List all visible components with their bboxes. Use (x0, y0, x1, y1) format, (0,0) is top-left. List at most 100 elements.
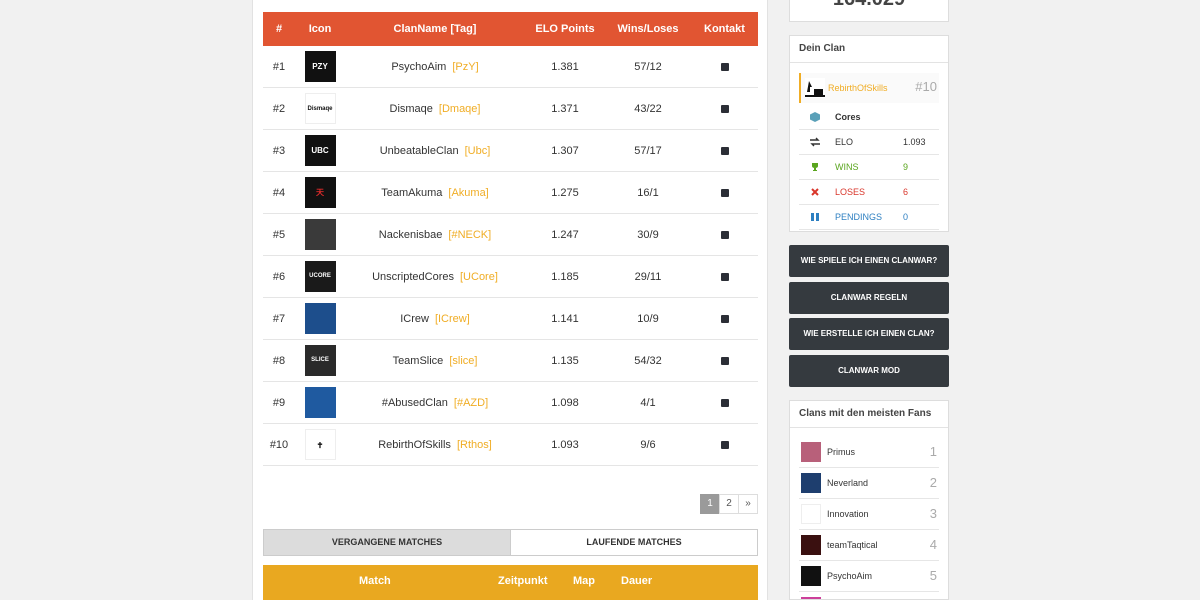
contact-book-icon[interactable] (720, 314, 729, 323)
stat-value: 1.093 (903, 137, 926, 147)
clan-avatar (801, 504, 821, 524)
elo-cell: 1.093 (525, 423, 605, 466)
stat-value: 9 (903, 162, 909, 172)
table-row[interactable]: #7 ICrew [ICrew] 1.141 10/9 (263, 297, 758, 340)
table-row[interactable]: #9 #AbusedClan [#AZD] 1.098 4/1 (263, 381, 758, 424)
match-header-time: Zeitpunkt (498, 575, 548, 587)
tab-past-matches[interactable]: VERGANGENE MATCHES (264, 530, 511, 555)
clan-ranking-table: # Icon ClanName [Tag] ELO Points Wins/Lo… (263, 12, 758, 466)
stat-label: WINS (835, 162, 859, 172)
fan-list-item[interactable]: teamTaqtical 4 (799, 530, 939, 561)
clan-avatar-icon (805, 78, 825, 98)
elo-cell: 1.371 (525, 87, 605, 130)
pause-icon (810, 212, 819, 221)
rank-cell: #1 (263, 46, 295, 88)
table-row[interactable]: #5 Nackenisbae [#NECK] 1.247 30/9 (263, 213, 758, 256)
clan-name[interactable]: RebirthOfSkills (378, 439, 451, 451)
next-page-button[interactable]: » (738, 494, 758, 514)
table-row[interactable]: #6 UCORE UnscriptedCores [UCore] 1.185 29/11 (263, 255, 758, 298)
clan-tag: [#AZD] (453, 396, 489, 409)
table-row[interactable]: #3 UBC UnbeatableClan [Ubc] 1.307 57/17 (263, 129, 758, 172)
stat-value: 0 (903, 212, 909, 222)
clan-name[interactable]: Nackenisbae (379, 229, 443, 241)
top-fans-title: Clans mit den meisten Fans (790, 401, 948, 428)
elo-cell: 1.135 (525, 339, 605, 382)
clan-name[interactable]: UnscriptedCores (372, 271, 454, 283)
header-icon: Icon (295, 12, 345, 46)
clan-tag: [ICrew] (434, 312, 470, 325)
match-header-map: Map (573, 575, 595, 587)
cube-icon (810, 112, 820, 122)
clan-name[interactable]: ICrew (400, 313, 429, 325)
rank-cell: #2 (263, 87, 295, 130)
clan-logo: UCORE (304, 261, 336, 292)
winloss-cell: 16/1 (605, 171, 691, 214)
fan-list-item[interactable]: 6 (799, 592, 939, 599)
clan-logo (304, 303, 336, 334)
top-fans-panel: Clans mit den meisten Fans Primus 1 Neverl… (789, 400, 949, 600)
clan-name[interactable]: #AbusedClan (382, 397, 448, 409)
fan-list-item[interactable]: Neverland 2 (799, 468, 939, 499)
clan-logo (304, 387, 336, 418)
elo-cell: 1.307 (525, 129, 605, 172)
contact-book-icon[interactable] (720, 272, 729, 281)
fan-clan-rank: 3 (929, 506, 937, 521)
clan-logo (304, 219, 336, 250)
clanwar-rules-button[interactable]: CLANWAR REGELN (789, 282, 949, 314)
page-2-button[interactable]: 2 (719, 494, 739, 514)
rank-cell: #5 (263, 213, 295, 256)
table-row[interactable]: #10 ✝ RebirthOfSkills [Rthos] 1.093 9/6 (263, 423, 758, 466)
my-clan-rank: #10 (915, 79, 937, 94)
clan-logo: SLICE (304, 345, 336, 376)
tab-running-matches[interactable]: LAUFENDE MATCHES (511, 530, 757, 555)
contact-book-icon[interactable] (720, 356, 729, 365)
clan-avatar (801, 442, 821, 462)
contact-book-icon[interactable] (720, 398, 729, 407)
fan-list-item[interactable]: PsychoAim 5 (799, 561, 939, 592)
stat-label: Cores (835, 112, 861, 122)
my-clan-name: RebirthOfSkills (828, 83, 888, 93)
page-1-button[interactable]: 1 (700, 494, 720, 514)
contact-book-icon[interactable] (720, 230, 729, 239)
table-row[interactable]: #8 SLICE TeamSlice [slice] 1.135 54/32 (263, 339, 758, 382)
table-row[interactable]: #1 PZY PsychoAim [PzY] 1.381 57/12 (263, 46, 758, 88)
how-to-create-clan-button[interactable]: WIE ERSTELLE ICH EINEN CLAN? (789, 318, 949, 350)
stat-label: ELO (835, 137, 854, 147)
header-rank: # (263, 12, 295, 46)
how-to-play-clanwar-button[interactable]: WIE SPIELE ICH EINEN CLANWAR? (789, 245, 949, 277)
clan-name[interactable]: Dismaqe (390, 103, 433, 115)
clan-logo: UBC (304, 135, 336, 166)
my-clan-row[interactable]: RebirthOfSkills #10 (799, 73, 939, 103)
clan-name[interactable]: TeamAkuma (381, 187, 442, 199)
winloss-cell: 30/9 (605, 213, 691, 256)
fan-clan-rank: 5 (929, 568, 937, 583)
match-table-header: Match Zeitpunkt Map Dauer (263, 565, 758, 600)
my-clan-panel: Dein Clan RebirthOfSkills #10 Cores ELO 1.… (789, 35, 949, 232)
clan-tag: [PzY] (452, 60, 479, 73)
clan-name[interactable]: PsychoAim (391, 61, 446, 73)
winloss-cell: 57/17 (605, 129, 691, 172)
contact-book-icon[interactable] (720, 188, 729, 197)
clan-tag: [Akuma] (448, 186, 489, 199)
clan-name[interactable]: UnbeatableClan (380, 145, 459, 157)
elo-cell: 1.185 (525, 255, 605, 298)
clan-name[interactable]: TeamSlice (393, 355, 444, 367)
fan-list-item[interactable]: Innovation 3 (799, 499, 939, 530)
contact-book-icon[interactable] (720, 62, 729, 71)
contact-book-icon[interactable] (720, 146, 729, 155)
clan-logo: Dismaqe (304, 93, 336, 124)
elo-cell: 1.141 (525, 297, 605, 340)
fan-clan-name: teamTaqtical (827, 540, 878, 550)
clan-avatar (801, 566, 821, 586)
fan-list-item[interactable]: Primus 1 (799, 437, 939, 468)
contact-book-icon[interactable] (720, 440, 729, 449)
table-row[interactable]: #4 天 TeamAkuma [Akuma] 1.275 16/1 (263, 171, 758, 214)
elo-cell: 1.275 (525, 171, 605, 214)
arrows-icon (810, 137, 820, 147)
winloss-cell: 54/32 (605, 339, 691, 382)
clanwar-mod-button[interactable]: CLANWAR MOD (789, 355, 949, 387)
contact-book-icon[interactable] (720, 104, 729, 113)
table-row[interactable]: #2 Dismaqe Dismaqe [Dmaqe] 1.371 43/22 (263, 87, 758, 130)
stat-row-elo: ELO 1.093 (799, 130, 939, 155)
stat-row-loses: LOSES 6 (799, 180, 939, 205)
